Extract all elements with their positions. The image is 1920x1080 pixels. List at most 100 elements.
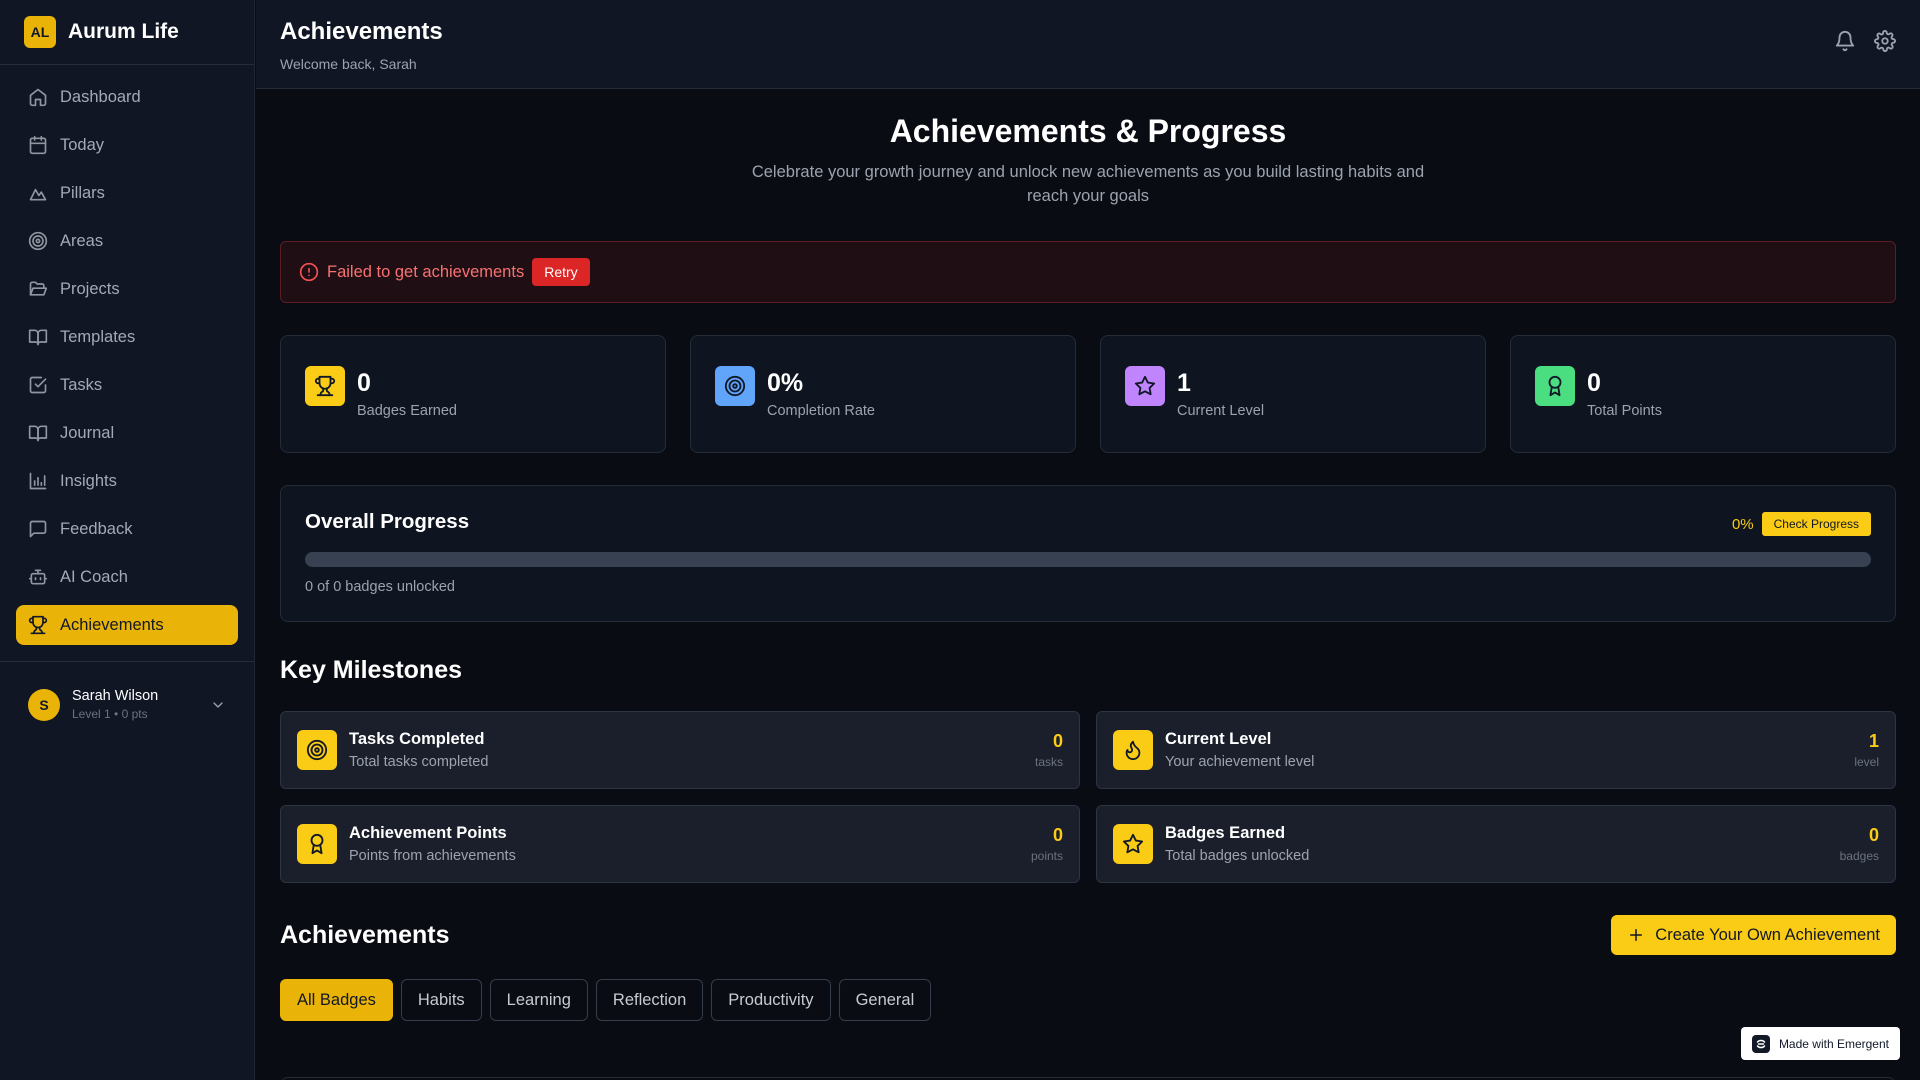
alert-circle-icon bbox=[299, 262, 319, 282]
sidebar-item-tasks[interactable]: Tasks bbox=[16, 365, 238, 405]
milestone-subtitle: Total badges unlocked bbox=[1165, 848, 1310, 864]
sidebar-item-label: Pillars bbox=[60, 183, 105, 202]
stat-value: 0 bbox=[1587, 369, 1601, 397]
progress-title: Overall Progress bbox=[305, 510, 470, 533]
sidebar-item-label: Dashboard bbox=[60, 87, 141, 106]
trophy-icon bbox=[28, 615, 48, 635]
user-name: Sarah Wilson bbox=[72, 688, 159, 704]
sidebar: AL Aurum Life Dashboard Today Pillars Ar… bbox=[0, 0, 255, 1080]
milestone-card-badges: Badges Earned Total badges unlocked 0 ba… bbox=[1096, 805, 1896, 883]
milestones-grid: Tasks Completed Total tasks completed 0 … bbox=[280, 711, 1896, 883]
retry-button[interactable]: Retry bbox=[532, 258, 590, 286]
user-menu[interactable]: S Sarah Wilson Level 1 • 0 pts bbox=[0, 662, 254, 721]
target-icon bbox=[28, 231, 48, 251]
message-icon bbox=[29, 520, 47, 538]
sidebar-item-label: Journal bbox=[60, 423, 115, 442]
sidebar-item-today[interactable]: Today bbox=[16, 125, 238, 165]
award-icon bbox=[310, 833, 324, 855]
check-progress-button[interactable]: Check Progress bbox=[1761, 512, 1871, 536]
stat-icon-badge bbox=[715, 366, 755, 406]
milestone-value-block: 0 tasks bbox=[1035, 731, 1063, 769]
page-title: Achievements bbox=[280, 18, 443, 45]
top-bar: Achievements Welcome back, Sarah bbox=[256, 0, 1920, 89]
emergent-logo-icon bbox=[1751, 1034, 1770, 1053]
error-message: Failed to get achievements bbox=[327, 262, 525, 281]
sidebar-item-areas[interactable]: Areas bbox=[16, 221, 238, 261]
badge-filter-tabs: All Badges Habits Learning Reflection Pr… bbox=[280, 979, 1896, 1021]
milestone-value-block: 0 points bbox=[1031, 825, 1063, 863]
error-banner: Failed to get achievements Retry bbox=[280, 241, 1896, 303]
bell-icon[interactable] bbox=[1834, 30, 1856, 52]
chevron-down-icon[interactable] bbox=[210, 697, 226, 713]
sidebar-item-label: Feedback bbox=[60, 519, 133, 538]
sidebar-item-achievements[interactable]: Achievements bbox=[16, 605, 238, 645]
milestone-title: Tasks Completed bbox=[349, 730, 485, 748]
overall-progress-card: Overall Progress 0% Check Progress 0 of … bbox=[280, 485, 1896, 622]
home-icon bbox=[29, 88, 47, 107]
stat-value: 0 bbox=[357, 369, 371, 397]
sidebar-item-templates[interactable]: Templates bbox=[16, 317, 238, 357]
gear-icon[interactable] bbox=[1874, 30, 1896, 52]
star-icon bbox=[1122, 833, 1144, 854]
sidebar-item-label: Today bbox=[60, 135, 105, 154]
user-info: Sarah Wilson Level 1 • 0 pts bbox=[72, 688, 210, 721]
create-achievement-label: Create Your Own Achievement bbox=[1655, 925, 1880, 944]
sidebar-item-ai-coach[interactable]: AI Coach bbox=[16, 557, 238, 597]
check-square-icon bbox=[29, 376, 47, 394]
flame-icon bbox=[1125, 740, 1141, 761]
made-with-emergent-badge[interactable]: Made with Emergent bbox=[1740, 1027, 1900, 1060]
brand-name: Aurum Life bbox=[68, 20, 179, 43]
milestones-title: Key Milestones bbox=[280, 656, 463, 684]
progress-bar bbox=[305, 552, 1871, 567]
tab-general[interactable]: General bbox=[838, 979, 932, 1021]
tab-learning[interactable]: Learning bbox=[489, 979, 588, 1021]
sidebar-item-projects[interactable]: Projects bbox=[16, 269, 238, 309]
tab-habits[interactable]: Habits bbox=[400, 979, 482, 1021]
tab-all-badges[interactable]: All Badges bbox=[280, 979, 393, 1021]
tab-reflection[interactable]: Reflection bbox=[595, 979, 704, 1021]
stat-card-points: 0 Total Points bbox=[1510, 335, 1896, 453]
create-achievement-button[interactable]: Create Your Own Achievement bbox=[1611, 915, 1896, 955]
milestone-card-tasks: Tasks Completed Total tasks completed 0 … bbox=[280, 711, 1080, 789]
achievements-title: Achievements bbox=[280, 920, 450, 949]
brand[interactable]: AL Aurum Life bbox=[0, 0, 254, 65]
book-open-icon bbox=[28, 425, 48, 442]
mountain-icon bbox=[29, 188, 47, 201]
award-icon bbox=[1548, 375, 1562, 397]
bot-icon bbox=[28, 569, 48, 585]
stat-label: Total Points bbox=[1587, 403, 1662, 419]
folder-open-icon bbox=[29, 281, 48, 296]
sidebar-item-insights[interactable]: Insights bbox=[16, 461, 238, 501]
milestone-unit: points bbox=[1030, 849, 1063, 863]
target-icon bbox=[724, 375, 746, 397]
stat-icon-badge bbox=[305, 366, 345, 406]
milestone-icon-badge bbox=[297, 824, 337, 864]
milestone-value-block: 1 level bbox=[1854, 731, 1879, 769]
main-content: Achievements & Progress Celebrate your g… bbox=[280, 89, 1896, 1080]
milestone-subtitle: Total tasks completed bbox=[349, 754, 489, 770]
hero-title: Achievements & Progress bbox=[889, 113, 1287, 149]
welcome-text: Welcome back, Sarah bbox=[280, 56, 417, 72]
milestone-unit: level bbox=[1854, 755, 1879, 769]
trophy-icon bbox=[314, 375, 336, 397]
stat-card-level: 1 Current Level bbox=[1100, 335, 1486, 453]
milestone-value: 1 bbox=[1868, 731, 1879, 751]
milestone-unit: tasks bbox=[1034, 755, 1063, 769]
milestone-card-points: Achievement Points Points from achieveme… bbox=[280, 805, 1080, 883]
stat-label: Badges Earned bbox=[357, 403, 457, 419]
sidebar-item-label: Tasks bbox=[60, 375, 103, 394]
sidebar-item-label: Templates bbox=[60, 327, 136, 346]
avatar: S bbox=[28, 688, 60, 721]
sidebar-item-dashboard[interactable]: Dashboard bbox=[16, 77, 238, 117]
sidebar-item-pillars[interactable]: Pillars bbox=[16, 173, 238, 213]
milestone-value: 0 bbox=[1052, 731, 1063, 751]
sidebar-item-label: Insights bbox=[60, 471, 117, 490]
milestone-unit: badges bbox=[1839, 849, 1879, 863]
sidebar-item-journal[interactable]: Journal bbox=[16, 413, 238, 453]
sidebar-item-feedback[interactable]: Feedback bbox=[16, 509, 238, 549]
milestone-value-block: 0 badges bbox=[1840, 825, 1879, 863]
stat-icon-badge bbox=[1535, 366, 1575, 406]
milestone-title: Current Level bbox=[1165, 730, 1272, 748]
user-meta: Level 1 • 0 pts bbox=[72, 707, 148, 721]
tab-productivity[interactable]: Productivity bbox=[711, 979, 831, 1021]
